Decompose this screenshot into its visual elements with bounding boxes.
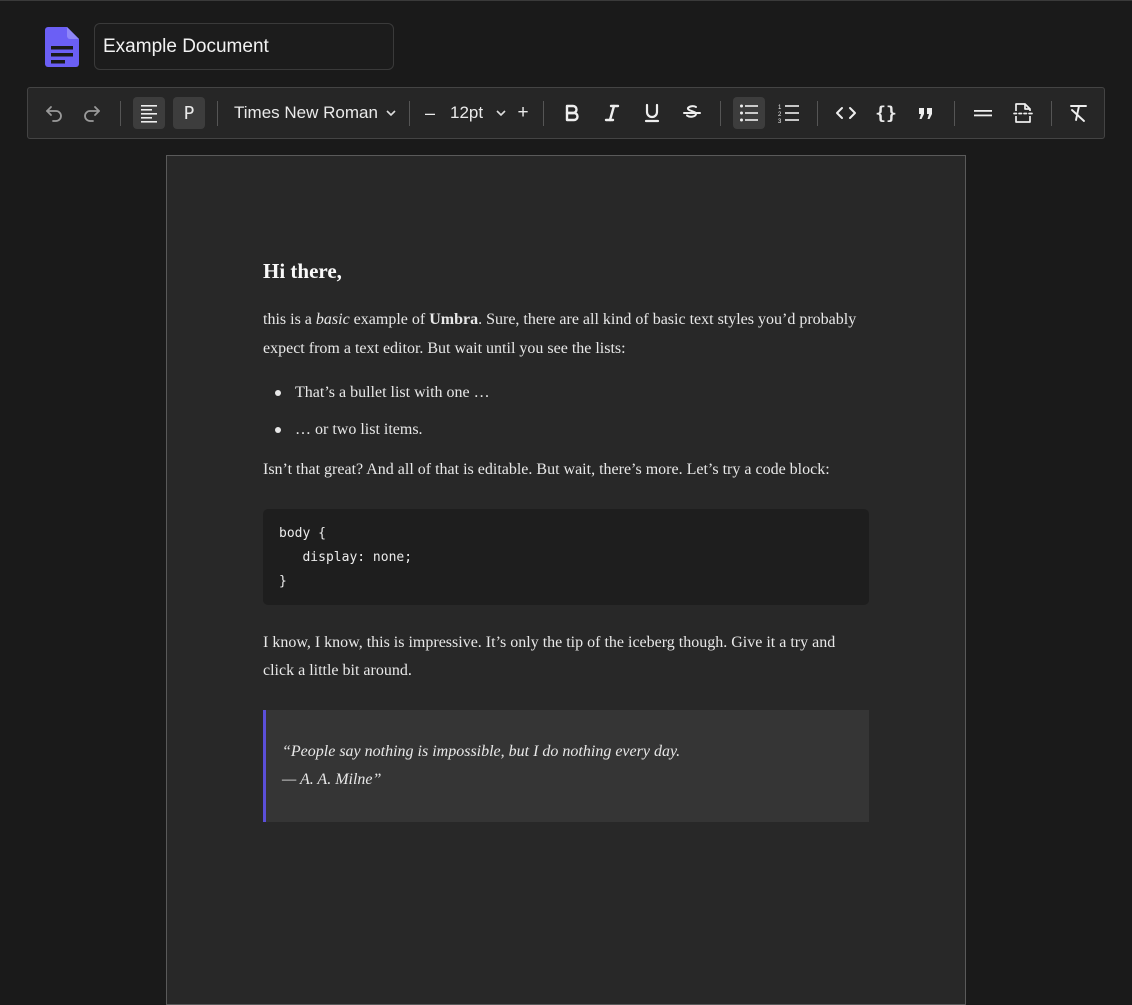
- page-break-button[interactable]: [1007, 97, 1039, 129]
- quote-icon: [919, 108, 932, 119]
- decrease-label: –: [424, 102, 435, 123]
- document-heading: Hi there,: [263, 259, 342, 283]
- clear-formatting-button[interactable]: [1063, 97, 1095, 129]
- quote-text: “People say nothing is impossible, but I…: [282, 742, 681, 760]
- code-block: body { display: none;}: [263, 508, 869, 605]
- toolbar-divider: [120, 101, 121, 126]
- document-page[interactable]: Hi there, this is a basic example of Umb…: [166, 155, 966, 1005]
- code-block-icon: {}: [875, 102, 897, 124]
- code-icon: [836, 107, 856, 119]
- horizontal-rule-button[interactable]: [967, 97, 999, 129]
- svg-text:2: 2: [778, 112, 782, 118]
- toolbar-divider: [817, 101, 818, 126]
- document-content[interactable]: Hi there, this is a basic example of Umb…: [263, 256, 869, 822]
- font-family-value: Times New Roman: [234, 103, 378, 122]
- document-title-input[interactable]: [94, 23, 394, 70]
- paragraph-style-button[interactable]: P: [173, 97, 205, 129]
- underline-icon: [644, 103, 660, 123]
- paragraph-label: P: [183, 102, 195, 124]
- align-left-icon: [141, 105, 157, 123]
- chevron-down-icon: [496, 110, 506, 117]
- horizontal-rule-icon: [974, 110, 992, 117]
- increase-font-size-button[interactable]: +: [511, 97, 535, 129]
- code-line: display: none;: [279, 549, 413, 565]
- bold-button[interactable]: [556, 97, 588, 129]
- undo-button[interactable]: [38, 97, 70, 129]
- code-line: body {: [279, 525, 326, 541]
- svg-text:1: 1: [778, 105, 782, 111]
- document-icon: [45, 27, 79, 67]
- clear-format-icon: [1070, 105, 1087, 122]
- strikethrough-button[interactable]: [676, 97, 708, 129]
- page-break-icon: [1013, 103, 1033, 123]
- code-line: }: [279, 573, 287, 589]
- font-family-select[interactable]: Times New Roman: [228, 97, 406, 129]
- bullet-list-icon: [740, 104, 758, 122]
- toolbar-divider: [543, 101, 544, 126]
- italic-button[interactable]: [596, 97, 628, 129]
- bullet-list-button[interactable]: [733, 97, 765, 129]
- toolbar-divider: [720, 101, 721, 126]
- increase-label: +: [517, 102, 529, 123]
- font-size-value: 12pt: [450, 103, 484, 122]
- toolbar-divider: [1051, 101, 1052, 126]
- underline-button[interactable]: [636, 97, 668, 129]
- redo-icon: [84, 106, 100, 122]
- blockquote: “People say nothing is impossible, but I…: [263, 709, 869, 822]
- bold-icon: [565, 104, 579, 122]
- font-size-select[interactable]: 12pt: [446, 97, 512, 129]
- inline-code-button[interactable]: [830, 97, 862, 129]
- editor-toolbar: P Times New Roman – 12pt + 1 2 3 {}: [27, 87, 1105, 139]
- svg-text:3: 3: [778, 119, 782, 123]
- ordered-list-icon: 1 2 3: [778, 105, 799, 123]
- decrease-font-size-button[interactable]: –: [418, 97, 442, 129]
- ordered-list-button[interactable]: 1 2 3: [773, 97, 805, 129]
- undo-icon: [46, 106, 62, 122]
- intro-paragraph: this is a basic example of Umbra. Sure, …: [263, 311, 857, 357]
- paragraph: I know, I know, this is impressive. It’s…: [263, 633, 836, 680]
- toolbar-divider: [954, 101, 955, 126]
- bullet-list: That’s a bullet list with one … … or two…: [263, 382, 869, 440]
- italic-icon: [604, 104, 620, 122]
- chevron-down-icon: [386, 110, 396, 117]
- list-item: That’s a bullet list with one …: [263, 382, 869, 403]
- list-item: … or two list items.: [263, 419, 869, 440]
- toolbar-divider: [217, 101, 218, 126]
- paragraph: Isn’t that great? And all of that is edi…: [263, 461, 830, 478]
- redo-button[interactable]: [76, 97, 108, 129]
- code-block-button[interactable]: {}: [870, 97, 902, 129]
- align-left-button[interactable]: [133, 97, 165, 129]
- blockquote-button[interactable]: [910, 97, 942, 129]
- toolbar-divider: [409, 101, 410, 126]
- strikethrough-icon: [683, 105, 701, 118]
- quote-attribution: — A. A. Milne”: [282, 770, 382, 788]
